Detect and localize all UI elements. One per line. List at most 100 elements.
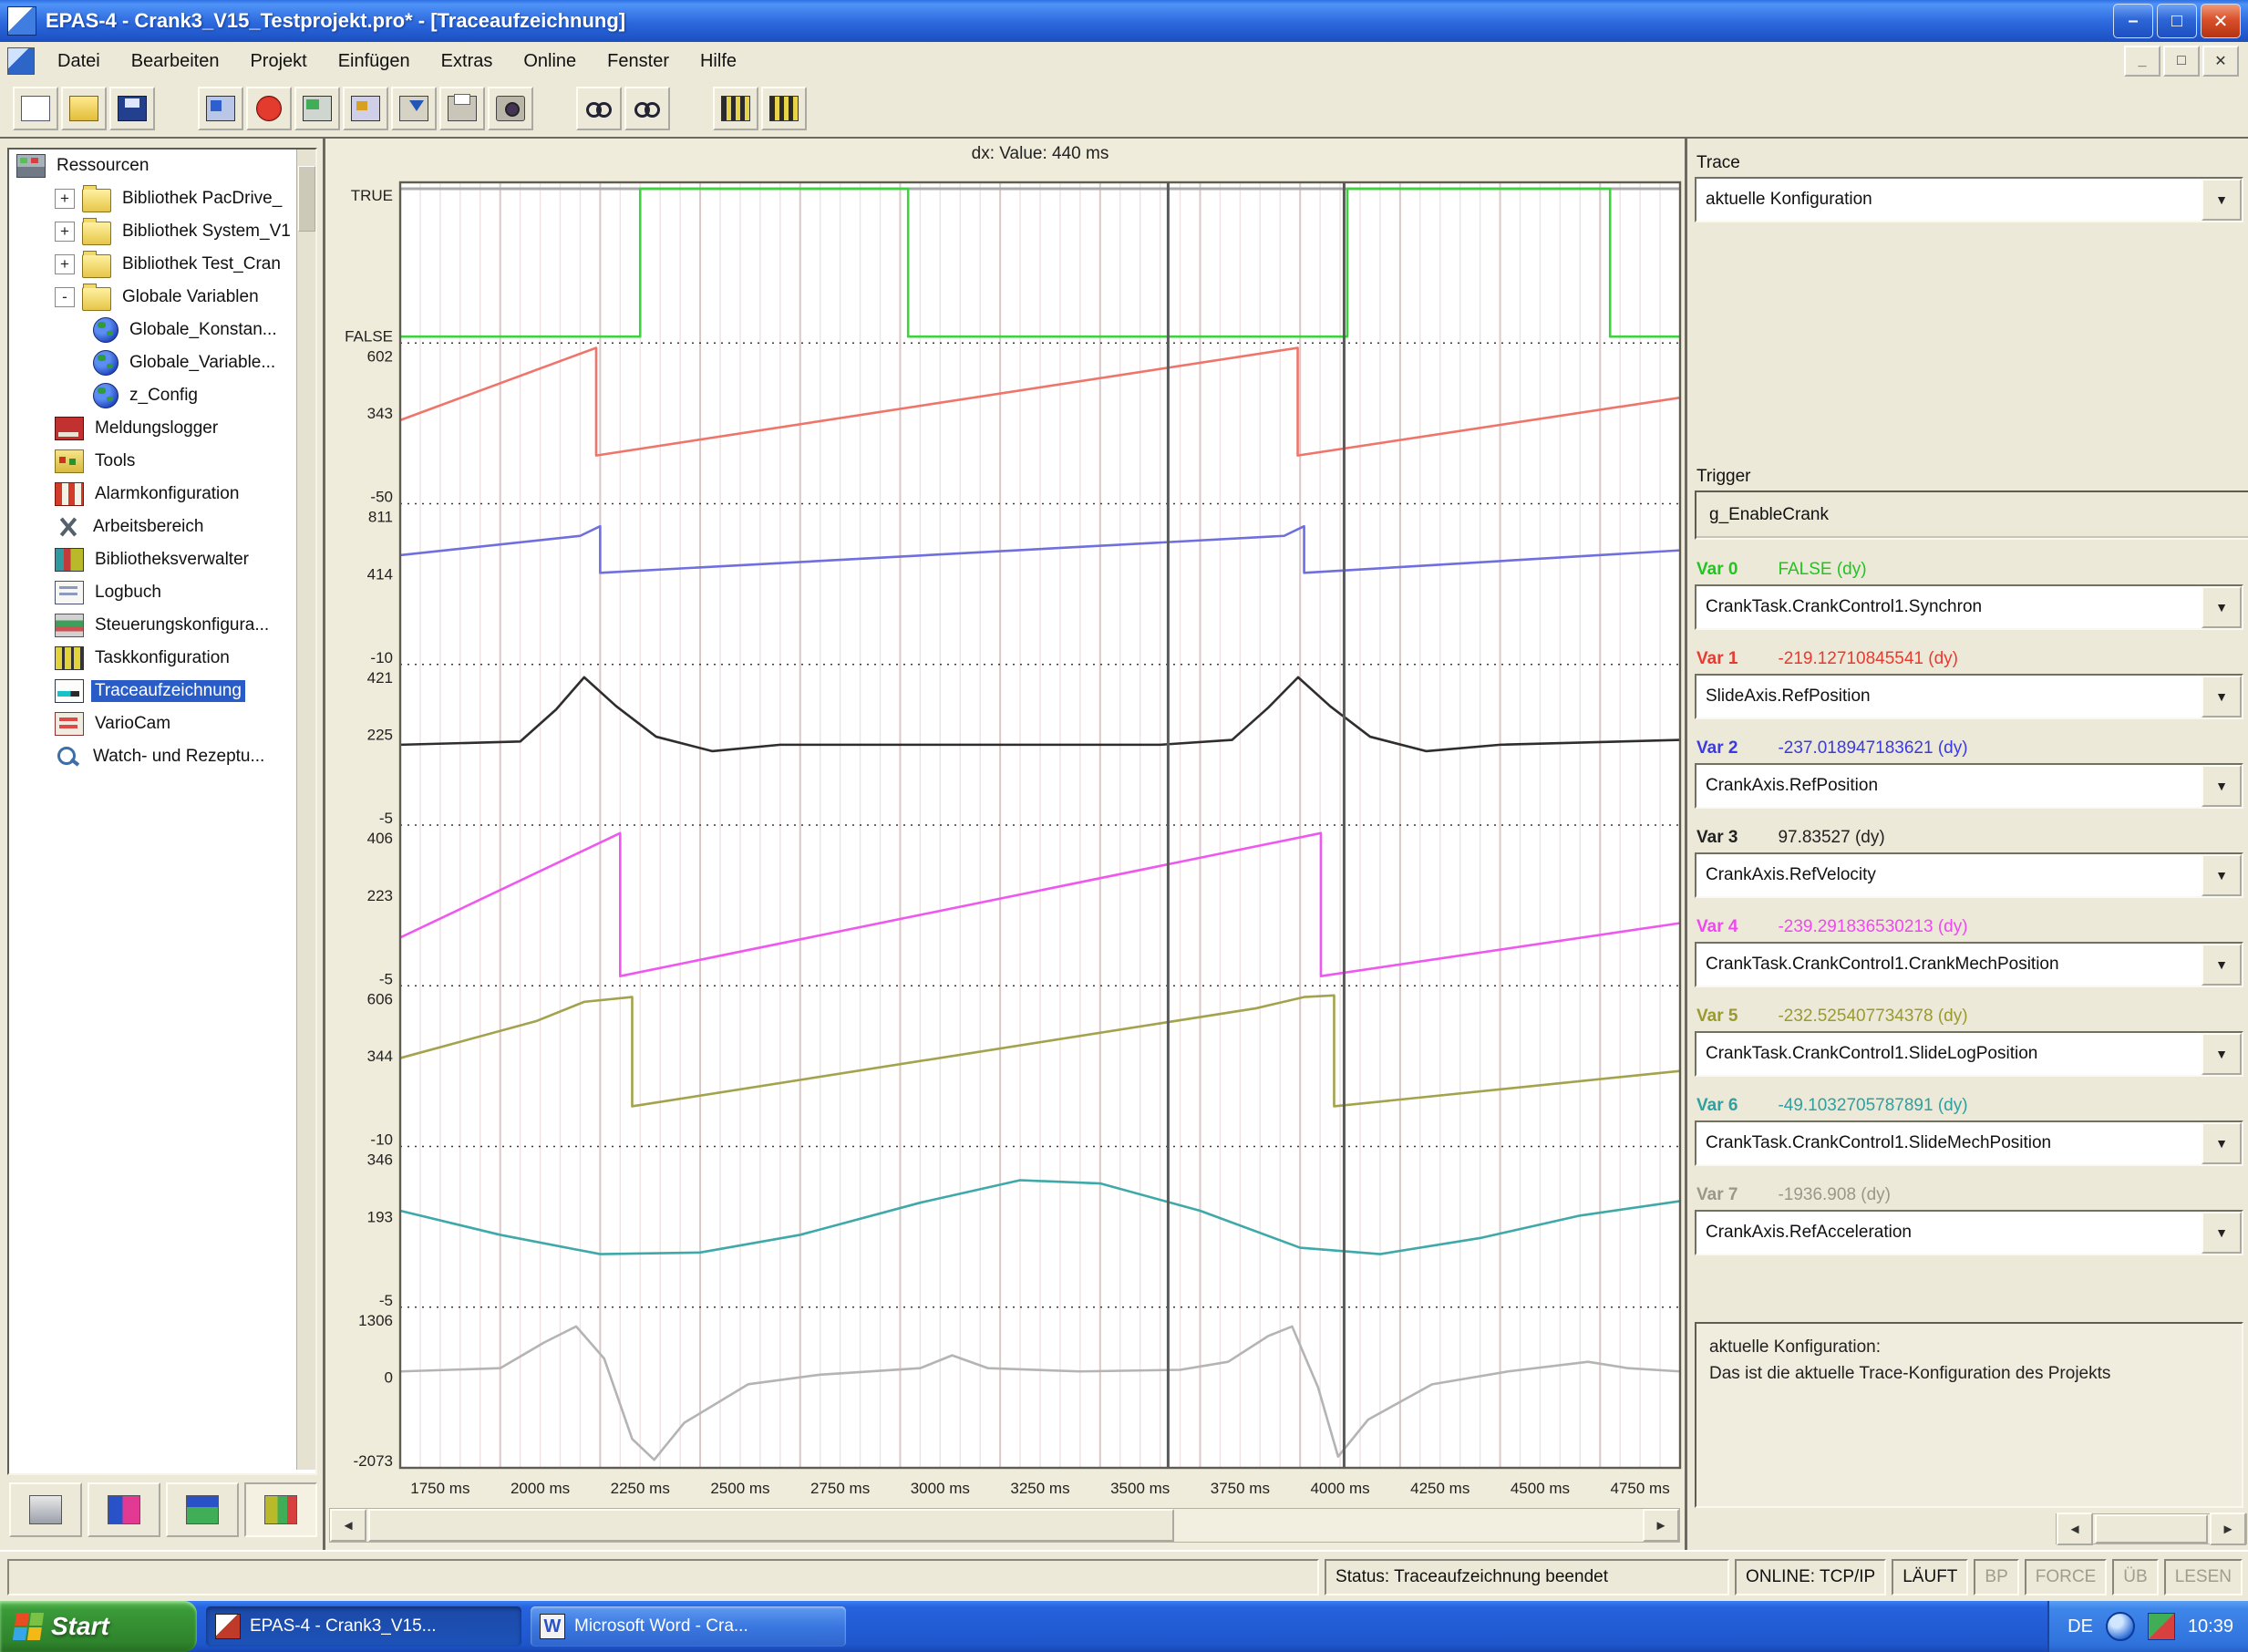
tree-item-z-config[interactable]: z_Config	[9, 379, 315, 412]
trace-plot[interactable]: TRUEFALSE602343-50811414-10421225-540622…	[325, 139, 1685, 1506]
chevron-down-icon[interactable]: ▼	[2202, 1033, 2242, 1075]
toolbar-scale-time-button[interactable]	[713, 87, 758, 130]
scrollbar-thumb[interactable]	[368, 1509, 1174, 1542]
language-indicator[interactable]: DE	[2068, 1616, 2093, 1637]
tree-item-globale-konstan[interactable]: Globale_Konstan...	[9, 314, 315, 346]
tree-item-taskkonfiguration[interactable]: Taskkonfiguration	[9, 642, 315, 675]
expand-icon[interactable]: +	[55, 254, 75, 274]
var-6-variable-combobox[interactable]: CrankTask.CrankControl1.SlideMechPositio…	[1695, 1120, 2243, 1166]
tree-item-globale-variable[interactable]: Globale_Variable...	[9, 346, 315, 379]
trigger-variable-field[interactable]: g_EnableCrank	[1695, 490, 2248, 540]
tree-item-variocam[interactable]: VarioCam	[9, 707, 315, 740]
chevron-down-icon[interactable]: ▼	[2202, 944, 2242, 986]
tree-item-alarmkonfiguration[interactable]: Alarmkonfiguration	[9, 478, 315, 511]
minimize-button[interactable]: –	[2113, 4, 2153, 38]
tree-vertical-scrollbar[interactable]	[296, 150, 315, 1470]
child-window-icon[interactable]	[7, 47, 35, 75]
scrollbar-thumb[interactable]	[2095, 1514, 2208, 1544]
toolbar-save-button[interactable]	[109, 87, 155, 130]
task-button-epas[interactable]: EPAS-4 - Crank3_V15...	[206, 1606, 521, 1647]
chevron-down-icon[interactable]: ▼	[2202, 1212, 2242, 1254]
menu-fenster[interactable]: Fenster	[592, 46, 685, 77]
tree-item-bibliothek-test-cran[interactable]: +Bibliothek Test_Cran	[9, 248, 315, 281]
tree-item-meldungslogger[interactable]: Meldungslogger	[9, 412, 315, 445]
chevron-down-icon[interactable]: ▼	[2202, 1122, 2242, 1164]
x-axis-tick-label: 3250 ms	[1010, 1480, 1069, 1497]
tree-item-steuerungskonfigura[interactable]: Steuerungskonfigura...	[9, 609, 315, 642]
tray-network-icon[interactable]	[2106, 1612, 2135, 1641]
toolbar-watch-config-button[interactable]	[624, 87, 670, 130]
restore-button[interactable]: □	[2157, 4, 2197, 38]
toolbar-scale-value-button[interactable]	[761, 87, 807, 130]
chevron-down-icon[interactable]: ▼	[2202, 676, 2242, 718]
tree-item-globale-variablen[interactable]: -Globale Variablen	[9, 281, 315, 314]
toolbar-watch-button[interactable]	[576, 87, 622, 130]
mdi-minimize-button[interactable]: _	[2124, 46, 2160, 77]
toolbar-download-button[interactable]	[391, 87, 437, 130]
tree-item-logbuch[interactable]: Logbuch	[9, 576, 315, 609]
collapse-icon[interactable]: -	[55, 287, 75, 307]
trace-config-combobox[interactable]: aktuelle Konfiguration ▼	[1695, 177, 2243, 222]
toolbar-monitor-button[interactable]	[294, 87, 340, 130]
chevron-down-icon[interactable]: ▼	[2202, 179, 2242, 221]
menu-bearbeiten[interactable]: Bearbeiten	[116, 46, 235, 77]
chevron-down-icon[interactable]: ▼	[2202, 854, 2242, 896]
tree-item-watch-und-rezeptu[interactable]: Watch- und Rezeptu...	[9, 740, 315, 773]
x-axis-tick-label: 3500 ms	[1110, 1480, 1170, 1497]
y-axis-label: -5	[379, 970, 393, 987]
tree-item-ressourcen[interactable]: Ressourcen	[9, 150, 315, 182]
organizer-tab-resources[interactable]	[244, 1482, 317, 1537]
menu-projekt[interactable]: Projekt	[234, 46, 322, 77]
toolbar-logout-button[interactable]	[343, 87, 388, 130]
tree-item-tools[interactable]: Tools	[9, 445, 315, 478]
var-4-variable-combobox[interactable]: CrankTask.CrankControl1.CrankMechPositio…	[1695, 942, 2243, 987]
scroll-left-button[interactable]: ◄	[2057, 1513, 2093, 1545]
toolbar-new-button[interactable]	[13, 87, 58, 130]
var-2-variable-combobox[interactable]: CrankAxis.RefPosition▼	[1695, 763, 2243, 809]
close-button[interactable]: ✕	[2201, 4, 2241, 38]
scroll-right-button[interactable]: ►	[1643, 1509, 1679, 1542]
var-2-value: -237.018947183621 (dy)	[1778, 738, 1967, 759]
var-1-variable-combobox[interactable]: SlideAxis.RefPosition▼	[1695, 674, 2243, 719]
tree-item-bibliothek-pacdrive[interactable]: +Bibliothek PacDrive_	[9, 182, 315, 215]
var-3-variable-combobox[interactable]: CrankAxis.RefVelocity▼	[1695, 852, 2243, 898]
menu-extras[interactable]: Extras	[426, 46, 509, 77]
expand-icon[interactable]: +	[55, 222, 75, 242]
tree-item-bibliotheksverwalter[interactable]: Bibliotheksverwalter	[9, 543, 315, 576]
menu-hilfe[interactable]: Hilfe	[685, 46, 752, 77]
toolbar-open-button[interactable]	[61, 87, 107, 130]
organizer-tab-pou[interactable]	[9, 1482, 82, 1537]
chart-horizontal-scrollbar[interactable]: ◄ ►	[329, 1508, 1680, 1543]
organizer-tab-visualization[interactable]	[166, 1482, 239, 1537]
toolbar-print-button[interactable]	[439, 87, 485, 130]
scroll-left-button[interactable]: ◄	[330, 1509, 366, 1542]
tree-item-traceaufzeichnung[interactable]: Traceaufzeichnung	[9, 675, 315, 707]
menu-online[interactable]: Online	[508, 46, 592, 77]
panel-horizontal-scrollbar[interactable]: ◄ ►	[2056, 1513, 2247, 1544]
menu-einf-gen[interactable]: Einfügen	[323, 46, 426, 77]
menu-datei[interactable]: Datei	[42, 46, 116, 77]
var-5-variable-combobox[interactable]: CrankTask.CrankControl1.SlideLogPosition…	[1695, 1031, 2243, 1077]
scrollbar-thumb[interactable]	[298, 166, 315, 232]
var-2-label: Var 2	[1696, 738, 1738, 759]
toolbar-camera-button[interactable]	[488, 87, 533, 130]
x-axis-tick-label: 2750 ms	[810, 1480, 870, 1497]
mdi-restore-button[interactable]: □	[2163, 46, 2200, 77]
mdi-close-button[interactable]: ✕	[2202, 46, 2239, 77]
tree-item-bibliothek-system-v1[interactable]: +Bibliothek System_V1	[9, 215, 315, 248]
task-button-word[interactable]: WMicrosoft Word - Cra...	[531, 1606, 846, 1647]
var-7-variable-combobox[interactable]: CrankAxis.RefAcceleration▼	[1695, 1210, 2243, 1255]
organizer-tab-datatypes[interactable]	[88, 1482, 160, 1537]
var-0-variable-combobox[interactable]: CrankTask.CrankControl1.Synchron▼	[1695, 584, 2243, 630]
chevron-down-icon[interactable]: ▼	[2202, 765, 2242, 807]
start-button[interactable]: Start	[0, 1601, 197, 1652]
chevron-down-icon[interactable]: ▼	[2202, 586, 2242, 628]
toolbar-record-button[interactable]	[246, 87, 292, 130]
tray-status-icon[interactable]	[2148, 1613, 2175, 1640]
toolbar-login-button[interactable]	[198, 87, 243, 130]
toolbar-login-icon	[206, 96, 235, 121]
tree-item-arbeitsbereich[interactable]: Arbeitsbereich	[9, 511, 315, 543]
logbook-icon	[55, 581, 84, 604]
scroll-right-button[interactable]: ►	[2210, 1513, 2246, 1545]
expand-icon[interactable]: +	[55, 189, 75, 209]
